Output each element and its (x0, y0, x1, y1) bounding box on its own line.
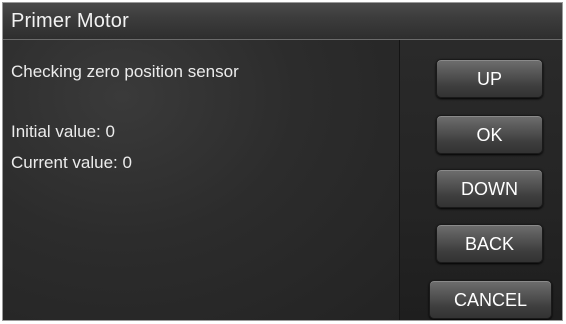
status-message: Checking zero position sensor (11, 62, 239, 81)
title-bar: Primer Motor (3, 3, 562, 40)
printer-display-screen: Primer Motor Checking zero position sens… (2, 2, 563, 321)
back-button[interactable]: BACK (436, 224, 543, 263)
cancel-button[interactable]: CANCEL (429, 280, 552, 319)
content-panel: Checking zero position sensor Initial va… (3, 40, 400, 320)
up-button[interactable]: UP (436, 59, 543, 98)
down-button[interactable]: DOWN (436, 169, 543, 208)
button-panel: UP OK DOWN BACK CANCEL (400, 40, 562, 320)
current-value-text: Current value: 0 (11, 153, 132, 172)
initial-value-text: Initial value: 0 (11, 122, 115, 141)
page-title: Primer Motor (11, 10, 129, 32)
ok-button[interactable]: OK (436, 115, 543, 154)
